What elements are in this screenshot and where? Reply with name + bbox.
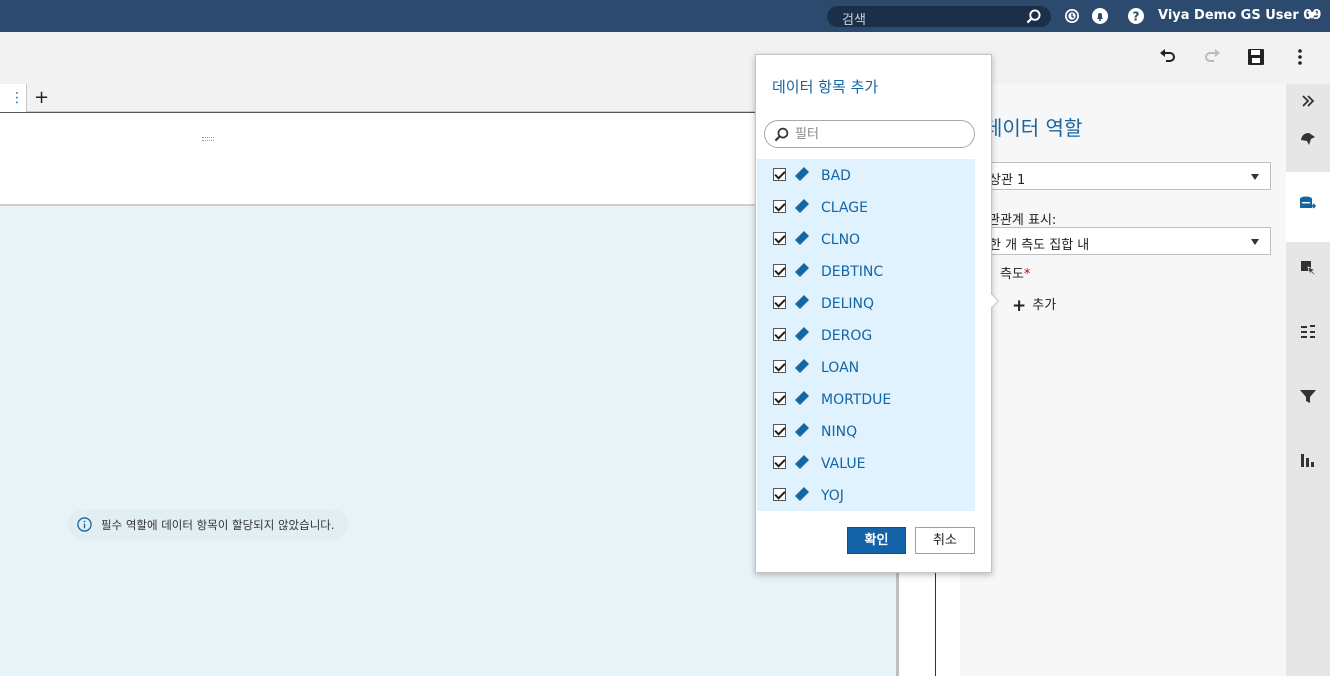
measure-icon — [795, 391, 809, 405]
info-message-text: 필수 역할에 데이터 항목이 할당되지 않았습니다. — [101, 518, 335, 532]
data-roles-icon[interactable] — [1299, 195, 1317, 213]
actions-icon[interactable] — [1299, 259, 1317, 277]
list-item-label: CLNO — [821, 232, 861, 248]
show-correlation-label: 관관계 표시: — [988, 213, 1057, 228]
ranks-icon[interactable] — [1299, 451, 1317, 469]
measure-icon — [795, 455, 809, 469]
missing-role-message: 필수 역할에 데이터 항목이 할당되지 않았습니다. — [68, 509, 348, 540]
list-item-label: MORTDUE — [821, 392, 892, 408]
filter-field[interactable] — [764, 120, 975, 148]
redo-icon — [1205, 49, 1220, 62]
list-item[interactable]: BAD — [757, 159, 975, 191]
list-item[interactable]: DEBTINC — [757, 255, 975, 287]
tab-options-icon[interactable]: ⋮ — [10, 90, 24, 106]
plus-icon: + — [1012, 296, 1027, 316]
history-icon[interactable] — [1064, 8, 1080, 24]
chevron-down-icon — [1251, 239, 1259, 245]
add-measure-label: 추가 — [1032, 298, 1057, 313]
search-placeholder: 검색 — [842, 13, 866, 28]
chevron-down-icon — [1251, 174, 1259, 180]
undo-icon[interactable] — [1159, 48, 1177, 66]
checkbox[interactable] — [773, 360, 786, 373]
list-item[interactable]: CLNO — [757, 223, 975, 255]
options-icon[interactable] — [1299, 130, 1317, 148]
report-toolbar — [0, 32, 1330, 84]
checkbox[interactable] — [773, 296, 786, 309]
search-icon[interactable] — [1026, 9, 1041, 24]
list-item[interactable]: MORTDUE — [757, 383, 975, 415]
show-correlation-value: 한 개 측도 집합 내 — [989, 238, 1090, 253]
top-bar: 검색 ? Viya Demo GS User 09 — [0, 0, 1330, 32]
list-item[interactable]: LOAN — [757, 351, 975, 383]
measure-icon — [795, 231, 809, 245]
measure-icon — [795, 327, 809, 341]
list-item[interactable]: DEROG — [757, 319, 975, 351]
collapse-icon[interactable] — [1299, 92, 1317, 110]
object-select-value: 상관 1 — [989, 173, 1026, 188]
info-icon — [77, 517, 92, 532]
svg-text:?: ? — [1133, 10, 1140, 24]
measure-icon — [795, 423, 809, 437]
rules-icon[interactable] — [1299, 323, 1317, 341]
ok-button[interactable]: 확인 — [847, 527, 906, 554]
measure-icon — [795, 167, 809, 181]
show-correlation-select[interactable]: 한 개 측도 집합 내 — [984, 227, 1271, 255]
help-icon[interactable]: ? — [1128, 8, 1144, 24]
popup-title: 데이터 항목 추가 — [772, 78, 879, 96]
divider-line — [935, 572, 936, 676]
measure-icon — [795, 487, 809, 501]
list-item-label: DEBTINC — [821, 264, 884, 280]
checkbox[interactable] — [773, 232, 786, 245]
global-search[interactable]: 검색 — [827, 6, 1051, 28]
add-page-button[interactable]: + — [34, 87, 49, 108]
list-item-label: DEROG — [821, 328, 873, 344]
list-item[interactable]: YOJ — [757, 479, 975, 511]
measure-icon — [795, 263, 809, 277]
list-item-label: CLAGE — [821, 200, 868, 216]
list-item-label: DELINQ — [821, 296, 875, 312]
checkbox[interactable] — [773, 456, 786, 469]
required-marker: * — [1023, 267, 1031, 282]
list-item[interactable]: NINQ — [757, 415, 975, 447]
bell-icon[interactable] — [1092, 8, 1108, 24]
checkbox[interactable] — [773, 264, 786, 277]
object-select[interactable]: 상관 1 — [984, 162, 1271, 190]
measure-icon — [795, 199, 809, 213]
caret-down-icon[interactable] — [1307, 12, 1317, 19]
measure-icon — [795, 359, 809, 373]
checkbox[interactable] — [773, 424, 786, 437]
checkbox[interactable] — [773, 392, 786, 405]
drag-handle-icon[interactable] — [202, 137, 214, 141]
list-item[interactable]: CLAGE — [757, 191, 975, 223]
search-icon — [774, 127, 789, 142]
measure-icon — [795, 295, 809, 309]
cancel-button[interactable]: 취소 — [915, 527, 975, 554]
more-vert-icon[interactable] — [1291, 48, 1309, 66]
list-item-label: VALUE — [821, 456, 866, 472]
save-icon[interactable] — [1247, 48, 1265, 66]
user-menu-name[interactable]: Viya Demo GS User 09 — [1158, 8, 1321, 23]
measures-role-label: 측도* — [1000, 267, 1031, 282]
list-item[interactable]: DELINQ — [757, 287, 975, 319]
checkbox[interactable] — [773, 200, 786, 213]
list-item[interactable]: VALUE — [757, 447, 975, 479]
list-item-label: NINQ — [821, 424, 858, 440]
pane-title: 데이터 역할 — [984, 116, 1083, 140]
checkbox[interactable] — [773, 328, 786, 341]
list-item-label: LOAN — [821, 360, 860, 376]
list-item-label: BAD — [821, 168, 851, 184]
filter-icon[interactable] — [1299, 387, 1317, 405]
checkbox[interactable] — [773, 488, 786, 501]
checkbox[interactable] — [773, 168, 786, 181]
list-item-label: YOJ — [821, 488, 844, 504]
filter-input[interactable] — [795, 125, 965, 143]
add-measure-button[interactable]: + 추가 — [1012, 294, 1056, 316]
